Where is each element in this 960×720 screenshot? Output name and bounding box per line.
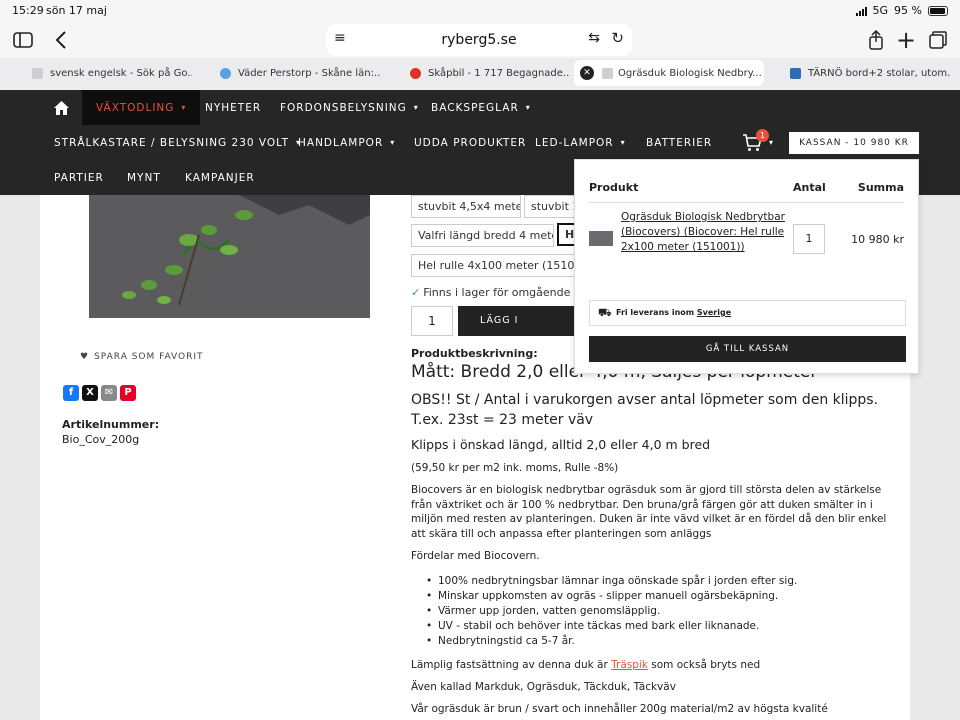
- nav-led-lampor[interactable]: LED-LAMPOR ▾: [535, 125, 626, 160]
- chevron-down-icon: ▾: [390, 138, 396, 147]
- nav-partier[interactable]: PARTIER: [54, 160, 104, 195]
- save-favorite-button[interactable]: ♥ SPARA SOM FAVORIT: [80, 352, 204, 362]
- variant-option[interactable]: stuvbit 4,5x4 meter: [411, 195, 521, 218]
- check-icon: ✓: [411, 286, 421, 299]
- fastening-text: Lämplig fastsättning av denna duk är Trä…: [411, 659, 761, 671]
- x-icon[interactable]: X: [82, 385, 98, 401]
- also-called-text: Även kallad Markduk, Ogräsduk, Täckduk, …: [411, 681, 676, 693]
- share-icon[interactable]: [862, 26, 890, 54]
- variant-option[interactable]: Hel rulle 4x100 meter (151002): [411, 254, 576, 277]
- cart-count-badge: 1: [756, 129, 769, 142]
- nav-kampanjer[interactable]: KAMPANJER: [185, 160, 255, 195]
- description-heading: Produktbeskrivning:: [411, 347, 538, 360]
- truck-icon: ⛟: [598, 306, 612, 319]
- article-number-label: Artikelnummer:: [62, 418, 160, 431]
- translate-icon[interactable]: ⇆: [588, 30, 600, 46]
- home-icon[interactable]: [54, 90, 69, 125]
- add-to-cart-button[interactable]: LÄGG I VARUKORGEN: [458, 306, 583, 356]
- address-bar[interactable]: ≡ ryberg5.se ⇆ ↻: [326, 24, 632, 56]
- heart-icon: ♥: [80, 352, 90, 362]
- tab-bar: svensk engelsk - Sök på Go... Väder Pers…: [0, 58, 960, 90]
- price-note: (59,50 kr per m2 ink. moms, Rulle -8%): [411, 462, 619, 474]
- list-item: UV - stabil och behöver inte täckas med …: [426, 619, 797, 634]
- cart-item-quantity-input[interactable]: 1: [793, 224, 825, 254]
- battery-icon: [928, 5, 948, 16]
- facebook-icon[interactable]: f: [63, 385, 79, 401]
- advantages-heading: Fördelar med Biocovern.: [411, 550, 540, 562]
- tab-google[interactable]: svensk engelsk - Sök på Go...: [24, 60, 192, 86]
- column-product: Produkt: [589, 181, 639, 194]
- tab-active-ogradsduk[interactable]: ✕ Ogräsduk Biologisk Nedbry...: [574, 60, 764, 86]
- cart-item-link[interactable]: Ogräsduk Biologisk Nedbrytbar (Biocovers…: [621, 210, 791, 255]
- browser-toolbar: ≡ ryberg5.se ⇆ ↻ +: [0, 22, 960, 58]
- column-sum: Summa: [857, 181, 904, 194]
- blocket-icon: [410, 68, 421, 79]
- status-time: 15:29: [12, 4, 44, 17]
- favicon-icon: [32, 68, 43, 79]
- nav-mynt[interactable]: MYNT: [127, 160, 161, 195]
- nav-stralkastare[interactable]: STRÅLKASTARE / BELYSNING 230 VOLT ▾: [54, 125, 301, 160]
- tab-blocket[interactable]: Skåpbil - 1 717 Begagnade...: [402, 60, 570, 86]
- checkout-button[interactable]: KASSAN - 10 980 KR: [789, 132, 919, 154]
- quantity-input[interactable]: 1: [411, 306, 453, 336]
- nav-batterier[interactable]: BATTERIER: [646, 125, 712, 160]
- material-text: Vår ogräsduk är brun / svart och innehål…: [411, 703, 828, 715]
- status-date: sön 17 maj: [46, 4, 107, 17]
- description-obs: OBS!! St / Antal i varukorgen avser anta…: [411, 392, 879, 428]
- article-number-value: Bio_Cov_200g: [62, 433, 140, 446]
- nav-handlampor[interactable]: HANDLAMPOR ▾: [298, 125, 395, 160]
- product-image[interactable]: [89, 195, 370, 318]
- favicon-icon: [602, 68, 613, 79]
- status-bar: 15:29 sön 17 maj 5G 95 %: [0, 0, 960, 22]
- weather-icon: [220, 68, 231, 79]
- nav-vaxtodling[interactable]: VÄXTODLING ▾: [82, 90, 201, 125]
- reload-icon[interactable]: ↻: [611, 29, 624, 47]
- goto-checkout-button[interactable]: GÅ TILL KASSAN: [589, 336, 906, 362]
- delivery-info: ⛟ Fri leverans inom Sverige: [589, 300, 906, 326]
- email-icon[interactable]: ✉: [101, 385, 117, 401]
- nav-udda-produkter[interactable]: UDDA PRODUKTER: [414, 125, 526, 160]
- chevron-down-icon: ▾: [413, 103, 419, 112]
- battery-label: 95 %: [894, 4, 922, 17]
- pinterest-icon[interactable]: P: [120, 385, 136, 401]
- network-label: 5G: [872, 4, 889, 17]
- chevron-down-icon: ▾: [181, 103, 187, 112]
- variant-option[interactable]: Valfri längd bredd 4 meter: [411, 224, 554, 247]
- nav-backspeglar[interactable]: BACKSPEGLAR ▾: [431, 90, 531, 125]
- url-text: ryberg5.se: [441, 32, 517, 48]
- sidebar-icon[interactable]: [9, 26, 37, 54]
- stock-status: ✓ Finns i lager för omgående lev: [411, 286, 591, 299]
- list-item: 100% nedbrytningsbar lämnar inga oönskad…: [426, 574, 797, 589]
- share-buttons: f X ✉ P: [63, 385, 136, 401]
- signal-icon: [855, 6, 867, 16]
- nav-fordonsbelysning[interactable]: FORDONSBELYSNING ▾: [280, 90, 419, 125]
- list-item: Värmer upp jorden, vatten genomsläpplig.: [426, 604, 797, 619]
- divider: [589, 202, 904, 203]
- traspik-link[interactable]: Träspik: [611, 659, 648, 671]
- new-tab-icon[interactable]: +: [892, 26, 920, 54]
- chevron-down-icon: ▾: [620, 138, 626, 147]
- variant-option[interactable]: stuvbit 1: [524, 195, 576, 218]
- description-clip: Klipps i önskad längd, alltid 2,0 eller …: [411, 437, 711, 452]
- close-tab-icon[interactable]: ✕: [580, 66, 594, 80]
- list-item: Minskar uppkomsten av ogräs - slipper ma…: [426, 589, 797, 604]
- ikea-icon: [790, 68, 801, 79]
- cart-item-thumbnail[interactable]: [589, 231, 613, 246]
- tab-weather[interactable]: Väder Perstorp - Skåne län:...: [212, 60, 380, 86]
- tab-ikea[interactable]: TÄRNÖ bord+2 stolar, utom...: [782, 60, 950, 86]
- description-paragraph: Biocovers är en biologisk nedbrytbar ogr…: [411, 484, 887, 541]
- cart-item-sum: 10 980 kr: [851, 233, 904, 246]
- chevron-down-icon: ▾: [769, 138, 775, 147]
- tabs-overview-icon[interactable]: [924, 26, 952, 54]
- nav-nyheter[interactable]: NYHETER: [205, 90, 261, 125]
- sverige-link[interactable]: Sverige: [697, 308, 731, 317]
- back-icon[interactable]: [47, 26, 75, 54]
- list-item: Nedbrytningstid ca 5-7 år.: [426, 634, 797, 649]
- advantages-list: 100% nedbrytningsbar lämnar inga oönskad…: [426, 574, 797, 649]
- cart-dropdown: Produkt Antal Summa Ogräsduk Biologisk N…: [574, 159, 919, 374]
- column-quantity: Antal: [793, 181, 826, 194]
- chevron-down-icon: ▾: [525, 103, 531, 112]
